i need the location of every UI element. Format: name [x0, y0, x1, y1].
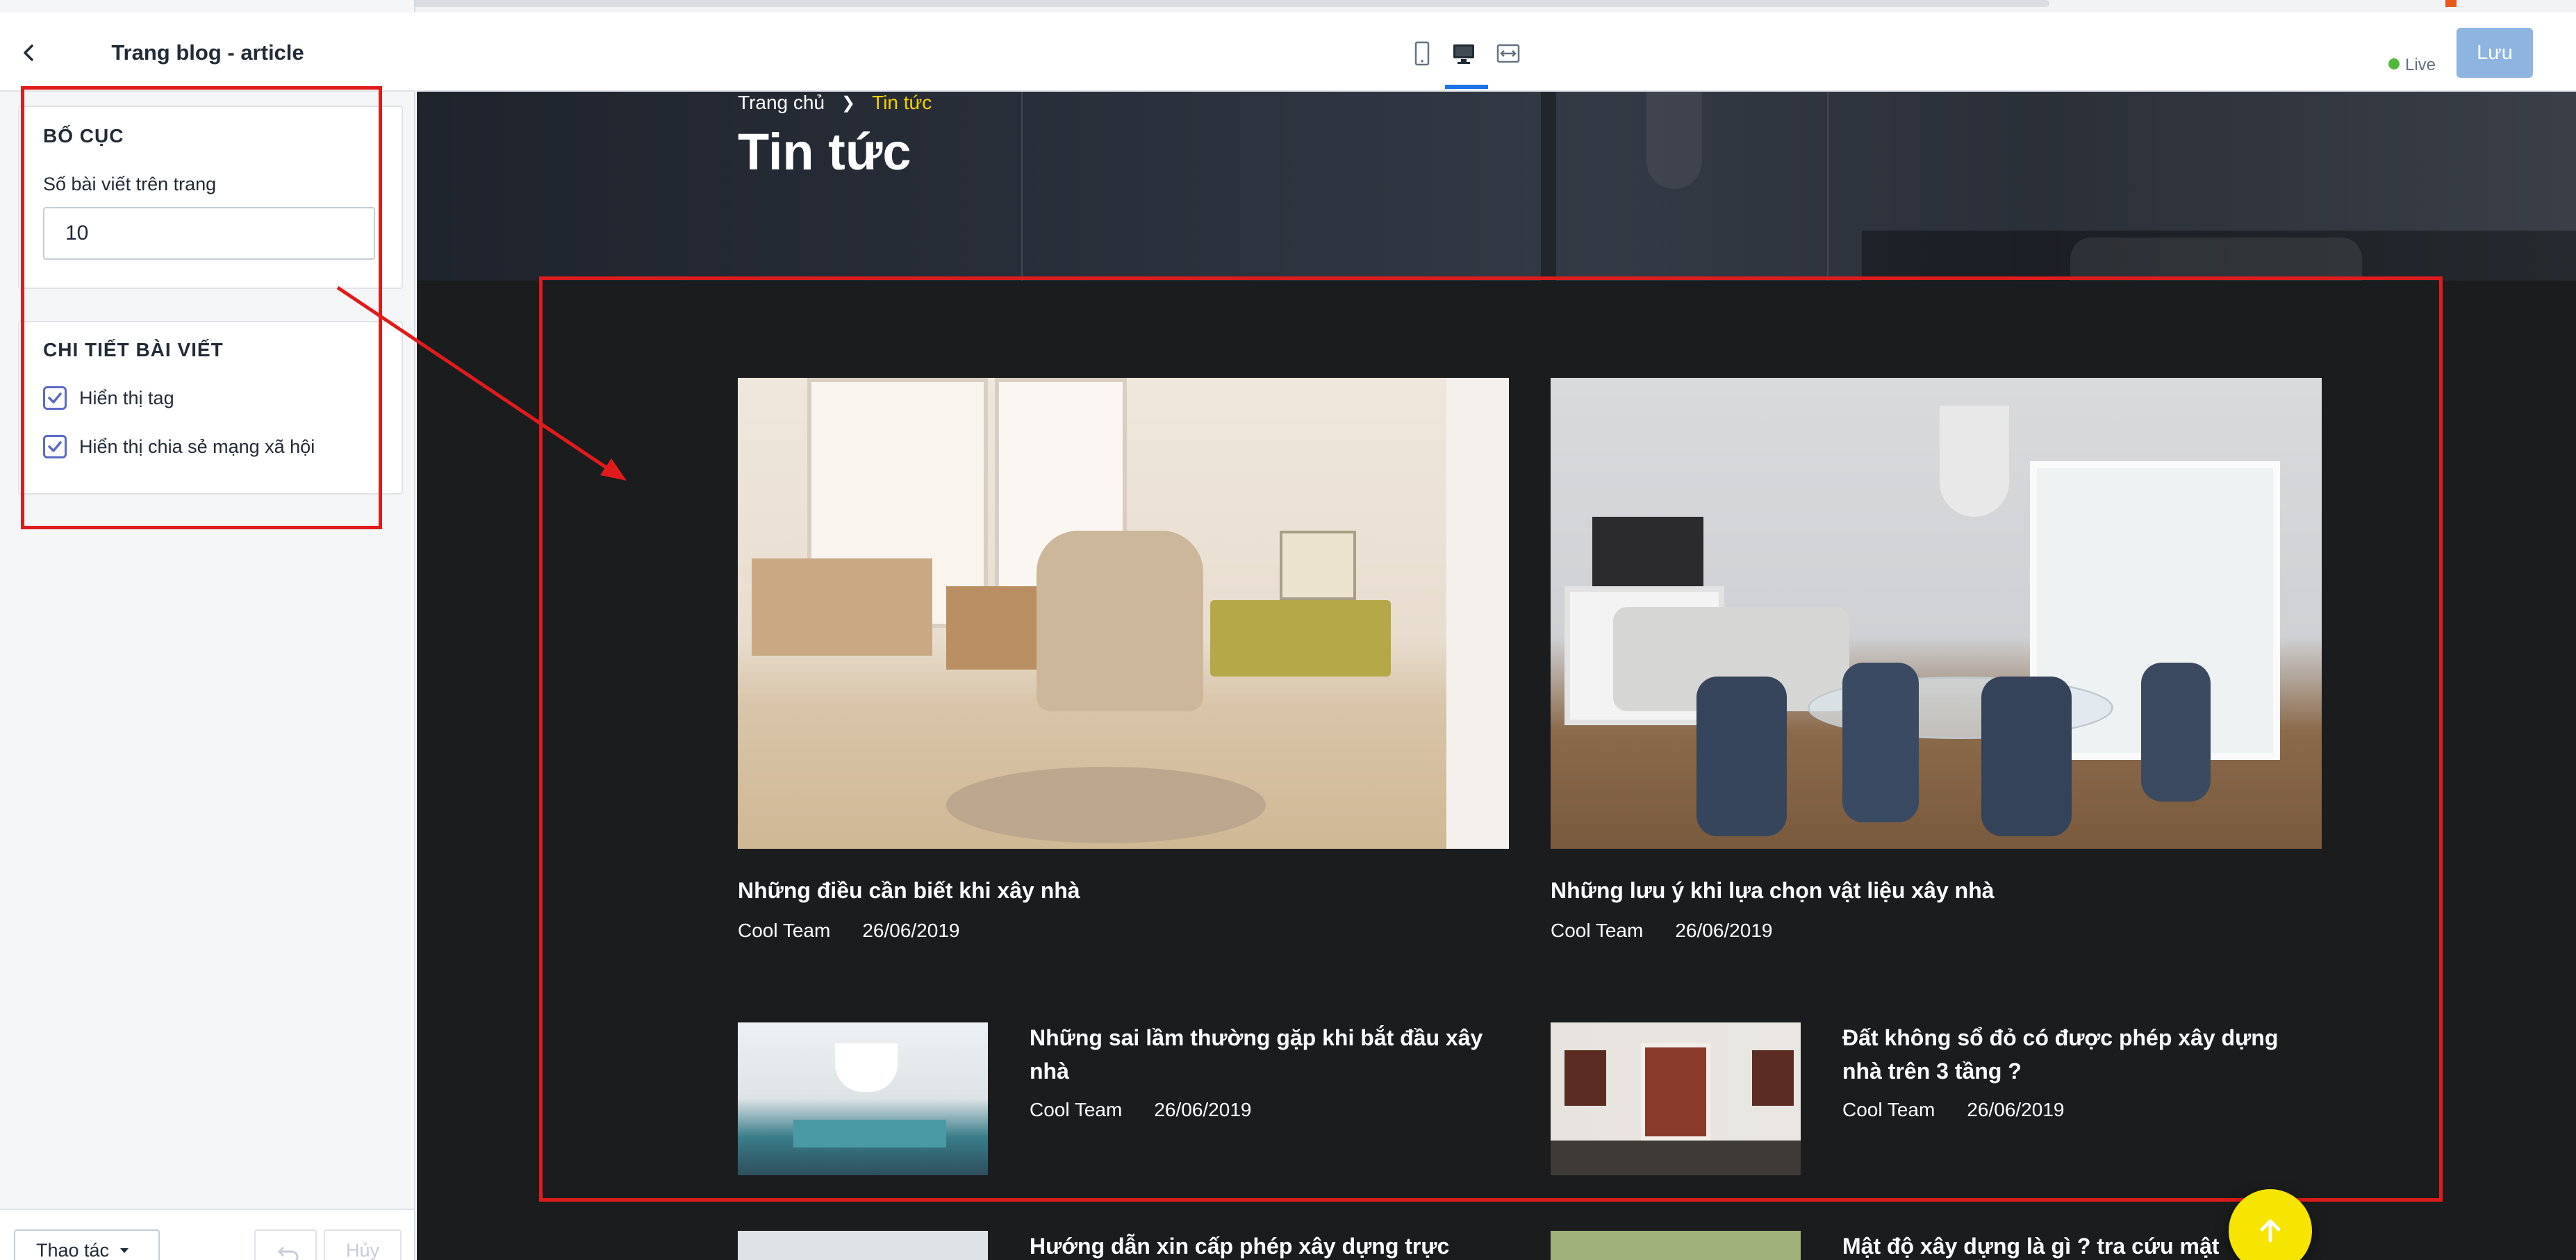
mobile-icon: [1414, 41, 1430, 66]
post-title[interactable]: Đất không sổ đỏ có được phép xây dựng nh…: [1842, 1021, 2315, 1088]
chevron-right-icon: ❯: [841, 93, 856, 113]
actions-label: Thao tác: [36, 1239, 110, 1260]
post-title[interactable]: Những lưu ý khi lựa chọn vật liệu xây nh…: [1551, 874, 2322, 907]
list-item[interactable]: Đất không sổ đỏ có được phép xây dựng nh…: [1842, 1021, 2315, 1121]
fullwidth-icon: [1496, 44, 1520, 63]
post-meta: Cool Team 26/06/2019: [1551, 920, 2322, 942]
page-preview: Trang chủ ❯ Tin tức Tin tức Những điều c…: [417, 92, 2576, 1260]
cancel-button[interactable]: Hủy: [324, 1229, 402, 1260]
layout-section-title: BỐ CỤC: [43, 125, 124, 147]
article-detail-panel: CHI TIẾT BÀI VIẾT Hiển thị tag Hiển thị …: [18, 321, 403, 495]
post-title[interactable]: Những điều cần biết khi xây nhà: [738, 874, 1509, 907]
post-author: Cool Team: [1551, 920, 1644, 941]
show-tag-label: Hiển thị tag: [79, 387, 174, 408]
live-status-dot-icon: [2388, 58, 2400, 69]
live-status-label: Live: [2405, 56, 2436, 74]
post-thumbnail-house-facade[interactable]: [1551, 1022, 1801, 1175]
editor-toolbar: Live Lưu: [417, 13, 2576, 92]
undo-button[interactable]: [254, 1229, 317, 1260]
breadcrumb-home-link[interactable]: Trang chủ: [738, 92, 825, 114]
active-device-indicator: [1445, 85, 1488, 89]
list-item[interactable]: Những sai lầm thường gặp khi bắt đầu xây…: [1030, 1021, 1502, 1121]
post-meta: Cool Team 26/06/2019: [1030, 1099, 1502, 1121]
browser-badge-icon: [2445, 0, 2457, 7]
post-author: Cool Team: [1842, 1099, 1935, 1120]
caret-down-icon: [120, 1248, 129, 1253]
device-fullwidth-button[interactable]: [1489, 35, 1527, 72]
settings-sidebar: Trang blog - article BỐ CỤC Số bài viết …: [0, 0, 415, 1260]
show-share-label: Hiển thị chia sẻ mạng xã hội: [79, 436, 315, 457]
actions-dropdown[interactable]: Thao tác: [14, 1229, 160, 1260]
sidebar-title: Trang blog - article: [111, 40, 304, 65]
post-title[interactable]: Hướng dẫn xin cấp phép xây dựng trực: [1030, 1229, 1502, 1260]
post-date: 26/06/2019: [862, 920, 960, 941]
device-mobile-button[interactable]: [1403, 35, 1441, 72]
undo-icon: [277, 1246, 299, 1260]
post-thumbnail-living-room[interactable]: [738, 378, 1509, 849]
show-tag-checkbox[interactable]: Hiển thị tag: [43, 386, 174, 410]
layout-panel: BỐ CỤC Số bài viết trên trang: [18, 106, 403, 289]
breadcrumb-current: Tin tức: [872, 92, 932, 113]
sidebar-footer: Thao tác Hủy: [0, 1209, 414, 1260]
show-share-checkbox[interactable]: Hiển thị chia sẻ mạng xã hội: [43, 435, 315, 458]
checkbox-checked-icon[interactable]: [43, 386, 67, 410]
checkbox-checked-icon[interactable]: [43, 435, 67, 458]
post-thumbnail[interactable]: [738, 1231, 988, 1260]
list-item[interactable]: Hướng dẫn xin cấp phép xây dựng trực: [1030, 1229, 1502, 1260]
post-meta: Cool Team 26/06/2019: [1842, 1099, 2315, 1121]
post-date: 26/06/2019: [1967, 1099, 2065, 1120]
page-title: Tin tức: [738, 123, 911, 181]
post-thumbnail[interactable]: [1551, 1231, 1801, 1260]
post-thumbnail-dining-room[interactable]: [1551, 378, 2322, 849]
posts-per-page-label: Số bài viết trên trang: [43, 174, 217, 194]
desktop-icon: [1453, 44, 1474, 64]
posts-per-page-input[interactable]: [43, 207, 375, 260]
post-date: 26/06/2019: [1154, 1099, 1252, 1120]
featured-post[interactable]: Những điều cần biết khi xây nhà Cool Tea…: [738, 378, 1509, 942]
save-button[interactable]: Lưu: [2457, 28, 2533, 78]
post-author: Cool Team: [738, 920, 831, 941]
post-title[interactable]: Những sai lầm thường gặp khi bắt đầu xây…: [1030, 1021, 1502, 1088]
breadcrumb: Trang chủ ❯ Tin tức: [738, 92, 932, 114]
post-author: Cool Team: [1030, 1099, 1123, 1120]
sidebar-header: Trang blog - article: [0, 13, 415, 92]
featured-post[interactable]: Những lưu ý khi lựa chọn vật liệu xây nh…: [1551, 378, 2322, 942]
post-date: 26/06/2019: [1675, 920, 1773, 941]
detail-section-title: CHI TIẾT BÀI VIẾT: [43, 339, 224, 360]
arrow-up-icon: [2260, 1219, 2281, 1243]
post-thumbnail-kitchen[interactable]: [738, 1022, 988, 1175]
device-desktop-button[interactable]: [1445, 35, 1483, 72]
post-meta: Cool Team 26/06/2019: [738, 920, 1509, 942]
hero-banner: Trang chủ ❯ Tin tức Tin tức: [417, 92, 2576, 281]
